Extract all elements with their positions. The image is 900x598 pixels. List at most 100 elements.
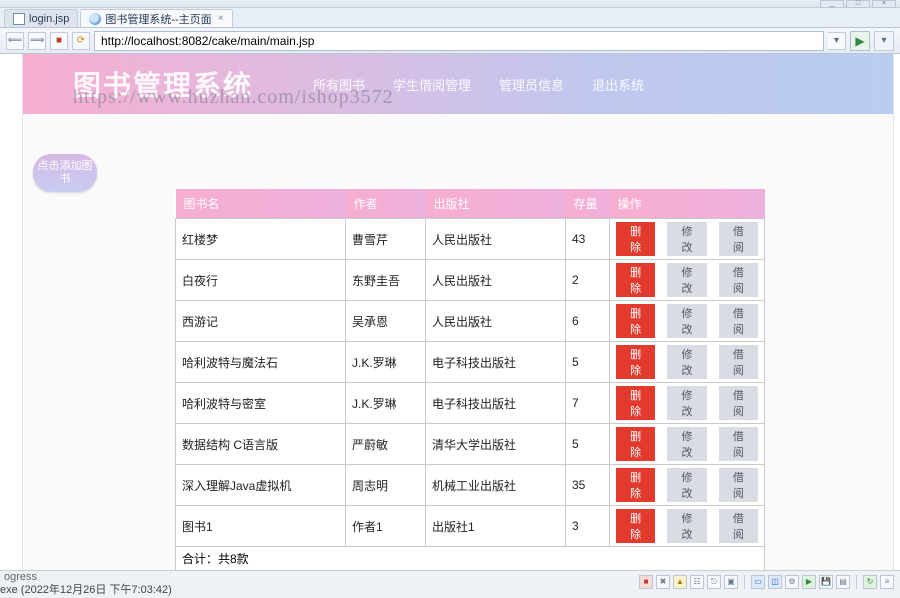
tab-label: 图书管理系统--主页面	[105, 11, 211, 27]
tray-window-icon[interactable]: ◫	[768, 575, 782, 589]
cell-author: J.K.罗琳	[346, 342, 426, 383]
forward-button[interactable]	[28, 32, 46, 50]
delete-button[interactable]: 删除	[616, 509, 655, 543]
delete-button[interactable]: 删除	[616, 386, 655, 420]
cell-name: 哈利波特与密室	[176, 383, 346, 424]
delete-button[interactable]: 删除	[616, 468, 655, 502]
table-row: 图书1作者1出版社13删除修改借阅	[176, 506, 765, 547]
stop-button[interactable]	[50, 32, 68, 50]
table-row: 数据结构 C语言版严蔚敏清华大学出版社5删除修改借阅	[176, 424, 765, 465]
table-row: 红楼梦曹雪芹人民出版社43删除修改借阅	[176, 219, 765, 260]
cell-publisher: 出版社1	[426, 506, 566, 547]
tab-main[interactable]: 图书管理系统--主页面 ×	[80, 9, 232, 27]
add-book-button[interactable]: 点击添加图书	[33, 154, 97, 192]
cell-author: 曹雪芹	[346, 219, 426, 260]
cell-publisher: 电子科技出版社	[426, 342, 566, 383]
edit-button[interactable]: 修改	[667, 345, 706, 379]
address-dropdown[interactable]: ▾	[828, 32, 846, 50]
tray-gear-icon[interactable]: ⚙	[785, 575, 799, 589]
delete-button[interactable]: 删除	[616, 263, 655, 297]
cell-ops: 删除修改借阅	[610, 260, 765, 301]
tray-link-icon[interactable]: ⎋	[707, 575, 721, 589]
tab-strip: login.jsp 图书管理系统--主页面 ×	[0, 8, 900, 28]
edit-button[interactable]: 修改	[667, 427, 706, 461]
cell-author: 作者1	[346, 506, 426, 547]
cell-stock: 3	[566, 506, 610, 547]
tray-remove-icon[interactable]: ✖	[656, 575, 670, 589]
window-maximize-button[interactable]: □	[846, 0, 870, 8]
cell-author: 严蔚敏	[346, 424, 426, 465]
cell-publisher: 人民出版社	[426, 219, 566, 260]
cell-author: 周志明	[346, 465, 426, 506]
books-table-wrap: 图书名 作者 出版社 存量 操作 红楼梦曹雪芹人民出版社43删除修改借阅白夜行东…	[175, 189, 765, 570]
browser-menu-button[interactable]	[874, 31, 894, 51]
edit-button[interactable]: 修改	[667, 386, 706, 420]
borrow-button[interactable]: 借阅	[719, 222, 758, 256]
borrow-button[interactable]: 借阅	[719, 386, 758, 420]
cell-stock: 6	[566, 301, 610, 342]
cell-stock: 2	[566, 260, 610, 301]
window-minimize-button[interactable]: _	[820, 0, 844, 8]
close-icon[interactable]: ×	[218, 13, 224, 24]
go-button[interactable]	[850, 31, 870, 51]
borrow-button[interactable]: 借阅	[719, 304, 758, 338]
table-row: 哈利波特与魔法石J.K.罗琳电子科技出版社5删除修改借阅	[176, 342, 765, 383]
cell-author: J.K.罗琳	[346, 383, 426, 424]
cell-ops: 删除修改借阅	[610, 465, 765, 506]
table-row: 深入理解Java虚拟机周志明机械工业出版社35删除修改借阅	[176, 465, 765, 506]
tray-align-icon[interactable]: ≡	[880, 575, 894, 589]
tray-page-icon[interactable]: ▤	[836, 575, 850, 589]
tray-icons: ■ ✖ ▲ ☷ ⎋ ▣ ▭ ◫ ⚙ ▶ 💾 ▤ ↻ ≡	[639, 575, 894, 589]
borrow-button[interactable]: 借阅	[719, 509, 758, 543]
nav-borrow-mgmt[interactable]: 学生借阅管理	[393, 75, 471, 94]
tray-play-icon[interactable]: ▶	[802, 575, 816, 589]
cell-publisher: 人民出版社	[426, 301, 566, 342]
tray-doc-icon[interactable]: ▣	[724, 575, 738, 589]
delete-button[interactable]: 删除	[616, 304, 655, 338]
borrow-button[interactable]: 借阅	[719, 427, 758, 461]
cell-ops: 删除修改借阅	[610, 506, 765, 547]
tray-sync-icon[interactable]: ↻	[863, 575, 877, 589]
cell-name: 深入理解Java虚拟机	[176, 465, 346, 506]
edit-button[interactable]: 修改	[667, 263, 706, 297]
table-footer-total: 合计：共8款	[176, 547, 765, 571]
tray-screen-icon[interactable]: ▭	[751, 575, 765, 589]
edit-button[interactable]: 修改	[667, 468, 706, 502]
nav-admin-info[interactable]: 管理员信息	[499, 75, 564, 94]
cell-name: 哈利波特与魔法石	[176, 342, 346, 383]
edit-button[interactable]: 修改	[667, 509, 706, 543]
nav-all-books[interactable]: 所有图书	[313, 75, 365, 94]
address-bar-row: ▾	[0, 28, 900, 54]
edit-button[interactable]: 修改	[667, 222, 706, 256]
cell-name: 西游记	[176, 301, 346, 342]
cell-name: 白夜行	[176, 260, 346, 301]
status-timestamp: exe (2022年12月26日 下午7:03:42)	[0, 581, 172, 597]
viewport: 图书管理系统 所有图书 学生借阅管理 管理员信息 退出系统 https://ww…	[0, 54, 900, 570]
tray-save-icon[interactable]: 💾	[819, 575, 833, 589]
cell-stock: 5	[566, 424, 610, 465]
delete-button[interactable]: 删除	[616, 345, 655, 379]
window-close-button[interactable]: ×	[872, 0, 896, 8]
page-icon	[13, 13, 25, 25]
nav-logout[interactable]: 退出系统	[592, 75, 644, 94]
tray-stop-icon[interactable]: ■	[639, 575, 653, 589]
hero-banner: 图书管理系统 所有图书 学生借阅管理 管理员信息 退出系统 https://ww…	[23, 54, 893, 114]
borrow-button[interactable]: 借阅	[719, 345, 758, 379]
tray-tree-icon[interactable]: ☷	[690, 575, 704, 589]
back-button[interactable]	[6, 32, 24, 50]
borrow-button[interactable]: 借阅	[719, 468, 758, 502]
tray-warning-icon[interactable]: ▲	[673, 575, 687, 589]
delete-button[interactable]: 删除	[616, 427, 655, 461]
hero-nav: 所有图书 学生借阅管理 管理员信息 退出系统	[313, 75, 644, 94]
tab-login[interactable]: login.jsp	[4, 9, 78, 27]
borrow-button[interactable]: 借阅	[719, 263, 758, 297]
cell-name: 图书1	[176, 506, 346, 547]
cell-ops: 删除修改借阅	[610, 424, 765, 465]
ide-footer: ogress exe (2022年12月26日 下午7:03:42) ■ ✖ ▲…	[0, 570, 900, 598]
edit-button[interactable]: 修改	[667, 304, 706, 338]
address-input[interactable]	[94, 31, 824, 51]
books-table: 图书名 作者 出版社 存量 操作 红楼梦曹雪芹人民出版社43删除修改借阅白夜行东…	[175, 189, 765, 570]
globe-icon	[89, 13, 101, 25]
reload-button[interactable]	[72, 32, 90, 50]
delete-button[interactable]: 删除	[616, 222, 655, 256]
